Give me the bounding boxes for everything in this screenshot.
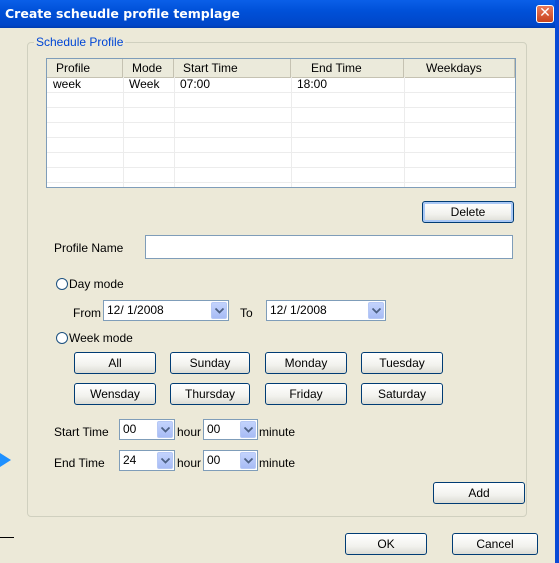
start-hour-label: hour xyxy=(177,425,202,439)
grid-line xyxy=(123,77,124,187)
cancel-button[interactable]: Cancel xyxy=(452,533,538,555)
cell-start-time: 07:00 xyxy=(180,77,211,91)
day-button-saturday[interactable]: Saturday xyxy=(361,383,443,405)
start-minute-label: minute xyxy=(259,425,296,439)
to-date-picker[interactable]: 12/ 1/2008 xyxy=(266,300,386,321)
grid-line xyxy=(404,77,405,187)
table-row-empty xyxy=(47,167,515,183)
to-label: To xyxy=(240,306,253,320)
day-button-sunday[interactable]: Sunday xyxy=(170,352,250,374)
grid-line xyxy=(291,77,292,187)
table-row-empty xyxy=(47,92,515,108)
column-header-weekdays[interactable]: Weekdays xyxy=(404,59,515,77)
column-header-profile[interactable]: Profile xyxy=(47,59,123,77)
column-header-start-time[interactable]: Start Time xyxy=(174,59,291,77)
grid-line xyxy=(515,77,516,188)
week-mode-label: Week mode xyxy=(69,331,133,345)
end-minute-value: 00 xyxy=(207,453,221,467)
day-mode-radio[interactable] xyxy=(56,278,68,290)
divider-line xyxy=(0,537,14,538)
table-row-empty xyxy=(47,137,515,153)
from-date-value: 12/ 1/2008 xyxy=(107,303,164,317)
profile-name-input[interactable] xyxy=(145,235,513,259)
close-icon[interactable]: ✕ xyxy=(536,5,554,23)
start-minute-value: 00 xyxy=(207,422,221,436)
end-minute-label: minute xyxy=(259,456,296,470)
from-date-picker[interactable]: 12/ 1/2008 xyxy=(103,300,229,321)
chevron-down-icon[interactable] xyxy=(240,452,256,469)
to-date-value: 12/ 1/2008 xyxy=(270,303,327,317)
table-row-empty xyxy=(47,152,515,168)
grid-line xyxy=(174,77,175,187)
chevron-down-icon[interactable] xyxy=(157,421,173,438)
start-hour-value: 00 xyxy=(123,422,137,436)
chevron-down-icon[interactable] xyxy=(240,421,256,438)
start-hour-select[interactable]: 00 xyxy=(119,419,175,440)
from-label: From xyxy=(73,306,101,320)
day-button-all[interactable]: All xyxy=(74,352,156,374)
delete-button[interactable]: Delete xyxy=(422,201,514,223)
table-row-empty xyxy=(47,107,515,123)
title-bar[interactable]: Create scheudle profile templage ✕ xyxy=(0,0,555,28)
profile-name-label: Profile Name xyxy=(54,241,124,255)
cell-end-time: 18:00 xyxy=(297,77,328,91)
start-minute-select[interactable]: 00 xyxy=(203,419,258,440)
chevron-down-icon[interactable] xyxy=(157,452,173,469)
end-hour-value: 24 xyxy=(123,453,137,467)
table-row-empty xyxy=(47,122,515,138)
end-hour-label: hour xyxy=(177,456,202,470)
cell-weekdays xyxy=(406,77,515,92)
end-time-label: End Time xyxy=(54,456,105,470)
day-button-wensday[interactable]: Wensday xyxy=(74,383,156,405)
chevron-down-icon[interactable] xyxy=(368,302,384,319)
cell-profile: week xyxy=(53,77,82,91)
dialog-window: Create scheudle profile templage ✕ Sched… xyxy=(0,0,559,563)
schedule-profile-label: Schedule Profile xyxy=(34,35,126,49)
chevron-down-icon[interactable] xyxy=(211,302,227,319)
schedule-profile-table[interactable]: Profile Mode Start Time End Time Weekday… xyxy=(46,58,516,188)
table-row[interactable]: week Week 07:00 18:00 xyxy=(47,77,515,93)
cell-mode: Week xyxy=(129,77,160,91)
arrow-marker-icon xyxy=(0,453,12,467)
window-title: Create scheudle profile templage xyxy=(5,6,240,21)
end-minute-select[interactable]: 00 xyxy=(203,450,258,471)
column-header-mode[interactable]: Mode xyxy=(123,59,174,77)
start-time-label: Start Time xyxy=(54,425,109,439)
column-header-end-time[interactable]: End Time xyxy=(291,59,404,77)
day-button-monday[interactable]: Monday xyxy=(265,352,347,374)
day-mode-label: Day mode xyxy=(69,277,124,291)
add-button[interactable]: Add xyxy=(433,482,525,504)
end-hour-select[interactable]: 24 xyxy=(119,450,175,471)
day-button-thursday[interactable]: Thursday xyxy=(170,383,250,405)
day-button-friday[interactable]: Friday xyxy=(265,383,347,405)
ok-button[interactable]: OK xyxy=(345,533,427,555)
week-mode-radio[interactable] xyxy=(56,332,68,344)
table-header: Profile Mode Start Time End Time Weekday… xyxy=(47,59,515,78)
day-button-tuesday[interactable]: Tuesday xyxy=(361,352,443,374)
